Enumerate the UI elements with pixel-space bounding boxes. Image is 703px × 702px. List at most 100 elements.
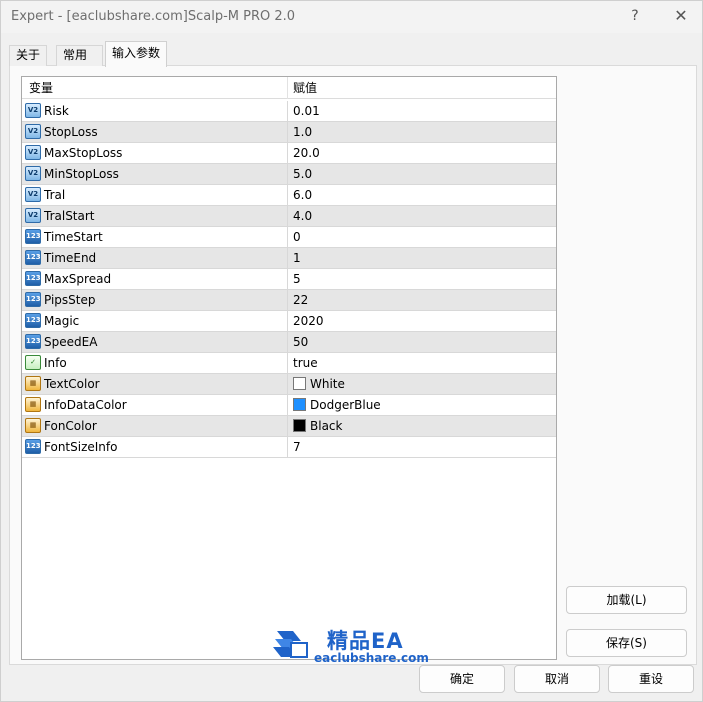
load-button[interactable]: 加载(L) bbox=[566, 586, 687, 614]
double-type-icon: V2 bbox=[25, 103, 41, 118]
table-row[interactable]: ▦ InfoDataColor DodgerBlue bbox=[22, 395, 556, 416]
double-type-icon: V2 bbox=[25, 187, 41, 202]
value-cell[interactable]: 50 bbox=[288, 332, 556, 352]
table-row[interactable]: 123 PipsStep 22 bbox=[22, 290, 556, 311]
value-cell[interactable]: 7 bbox=[288, 437, 556, 457]
color-swatch[interactable] bbox=[293, 419, 306, 432]
variable-cell: 123 PipsStep bbox=[22, 290, 288, 310]
color-type-icon: ▦ bbox=[25, 376, 41, 391]
integer-type-icon: 123 bbox=[25, 229, 41, 244]
variable-cell: V2 StopLoss bbox=[22, 122, 288, 142]
variable-cell: 123 TimeEnd bbox=[22, 248, 288, 268]
table-row[interactable]: ▦ FonColor Black bbox=[22, 416, 556, 437]
ok-button[interactable]: 确定 bbox=[419, 665, 505, 693]
column-header-value[interactable]: 赋值 bbox=[288, 77, 556, 99]
color-swatch[interactable] bbox=[293, 398, 306, 411]
variable-name: TimeStart bbox=[44, 230, 103, 244]
boolean-type-icon: ✓ bbox=[25, 355, 41, 370]
value-cell[interactable]: 5 bbox=[288, 269, 556, 289]
close-icon[interactable]: ✕ bbox=[659, 3, 703, 31]
help-icon[interactable]: ? bbox=[613, 3, 657, 31]
value-cell[interactable]: 20.0 bbox=[288, 143, 556, 163]
variable-value: 1 bbox=[293, 251, 301, 265]
column-header-variable[interactable]: 变量 bbox=[22, 77, 288, 99]
value-cell[interactable]: 1 bbox=[288, 248, 556, 268]
value-cell[interactable]: true bbox=[288, 353, 556, 373]
variable-cell: 123 Magic bbox=[22, 311, 288, 331]
table-row[interactable]: 123 TimeEnd 1 bbox=[22, 248, 556, 269]
table-row[interactable]: 123 FontSizeInfo 7 bbox=[22, 437, 556, 458]
double-type-icon: V2 bbox=[25, 145, 41, 160]
watermark: 精品EA eaclubshare.com bbox=[271, 625, 451, 665]
variable-cell: ▦ FonColor bbox=[22, 416, 288, 436]
cancel-button[interactable]: 取消 bbox=[514, 665, 600, 693]
variable-cell: 123 MaxSpread bbox=[22, 269, 288, 289]
logo-icon bbox=[273, 631, 308, 658]
reset-button[interactable]: 重设 bbox=[608, 665, 694, 693]
value-cell[interactable]: White bbox=[288, 374, 556, 394]
value-cell[interactable]: 4.0 bbox=[288, 206, 556, 226]
value-cell[interactable]: 5.0 bbox=[288, 164, 556, 184]
variable-name: Tral bbox=[44, 188, 66, 202]
variable-name: Magic bbox=[44, 314, 80, 328]
variable-value: DodgerBlue bbox=[310, 398, 381, 412]
variable-cell: V2 MinStopLoss bbox=[22, 164, 288, 184]
variable-cell: 123 FontSizeInfo bbox=[22, 437, 288, 457]
integer-type-icon: 123 bbox=[25, 250, 41, 265]
value-cell[interactable]: 1.0 bbox=[288, 122, 556, 142]
variable-value: 22 bbox=[293, 293, 309, 307]
variable-cell: V2 TralStart bbox=[22, 206, 288, 226]
table-row[interactable]: 123 MaxSpread 5 bbox=[22, 269, 556, 290]
value-cell[interactable]: 0 bbox=[288, 227, 556, 247]
table-row[interactable]: V2 TralStart 4.0 bbox=[22, 206, 556, 227]
tab-about[interactable]: 关于 bbox=[9, 45, 47, 66]
tab-inputs[interactable]: 输入参数 bbox=[105, 41, 167, 67]
grid-rows: V2 Risk 0.01 V2 StopLoss 1.0 V2 MaxStopLoss 20.0… bbox=[22, 101, 556, 458]
table-row[interactable]: V2 StopLoss 1.0 bbox=[22, 122, 556, 143]
table-row[interactable]: V2 Risk 0.01 bbox=[22, 101, 556, 122]
variable-cell: ▦ TextColor bbox=[22, 374, 288, 394]
watermark-url: eaclubshare.com bbox=[314, 651, 429, 665]
table-row[interactable]: 123 SpeedEA 50 bbox=[22, 332, 556, 353]
save-button[interactable]: 保存(S) bbox=[566, 629, 687, 657]
value-cell[interactable]: DodgerBlue bbox=[288, 395, 556, 415]
table-row[interactable]: V2 MaxStopLoss 20.0 bbox=[22, 143, 556, 164]
table-row[interactable]: V2 MinStopLoss 5.0 bbox=[22, 164, 556, 185]
value-cell[interactable]: 2020 bbox=[288, 311, 556, 331]
variable-value: 1.0 bbox=[293, 125, 313, 139]
table-row[interactable]: 123 Magic 2020 bbox=[22, 311, 556, 332]
variable-name: FonColor bbox=[44, 419, 97, 433]
variable-value: Black bbox=[310, 419, 343, 433]
color-swatch[interactable] bbox=[293, 377, 306, 390]
table-row[interactable]: 123 TimeStart 0 bbox=[22, 227, 556, 248]
variable-cell: V2 Tral bbox=[22, 185, 288, 205]
value-cell[interactable]: 22 bbox=[288, 290, 556, 310]
variable-name: FontSizeInfo bbox=[44, 440, 118, 454]
value-cell[interactable]: Black bbox=[288, 416, 556, 436]
variable-name: Info bbox=[44, 356, 67, 370]
color-type-icon: ▦ bbox=[25, 418, 41, 433]
variable-cell: 123 TimeStart bbox=[22, 227, 288, 247]
variable-value: 5 bbox=[293, 272, 301, 286]
integer-type-icon: 123 bbox=[25, 292, 41, 307]
variable-name: MinStopLoss bbox=[44, 167, 119, 181]
title-bar: Expert - [eaclubshare.com]Scalp-M PRO 2.… bbox=[1, 1, 702, 33]
tab-common[interactable]: 常用 bbox=[56, 45, 103, 66]
variable-name: Risk bbox=[44, 104, 69, 118]
variable-name: StopLoss bbox=[44, 125, 98, 139]
grid-header: 变量 赋值 bbox=[22, 77, 556, 99]
variable-cell: V2 Risk bbox=[22, 101, 288, 121]
value-cell[interactable]: 0.01 bbox=[288, 101, 556, 121]
table-row[interactable]: ✓ Info true bbox=[22, 353, 556, 374]
table-row[interactable]: ▦ TextColor White bbox=[22, 374, 556, 395]
variable-name: TextColor bbox=[44, 377, 100, 391]
variable-value: 7 bbox=[293, 440, 301, 454]
value-cell[interactable]: 6.0 bbox=[288, 185, 556, 205]
window-title: Expert - [eaclubshare.com]Scalp-M PRO 2.… bbox=[11, 9, 296, 24]
integer-type-icon: 123 bbox=[25, 313, 41, 328]
variable-name: InfoDataColor bbox=[44, 398, 127, 412]
table-row[interactable]: V2 Tral 6.0 bbox=[22, 185, 556, 206]
variable-name: MaxSpread bbox=[44, 272, 112, 286]
variable-name: TimeEnd bbox=[44, 251, 97, 265]
variable-cell: ✓ Info bbox=[22, 353, 288, 373]
